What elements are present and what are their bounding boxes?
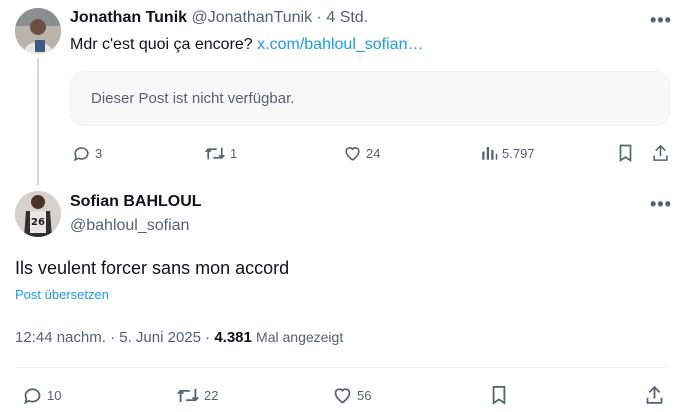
post-time[interactable]: 4 Std. [326, 9, 368, 26]
main-repost-count: 22 [204, 388, 219, 403]
main-post-text: Ils veulent forcer sans mon accord [15, 258, 290, 278]
like-button[interactable]: 24 [343, 144, 380, 163]
main-more-options-button[interactable]: ••• [650, 194, 672, 215]
jersey-number: 26 [31, 217, 45, 228]
reply-count: 3 [95, 146, 103, 161]
views-button[interactable]: 5.797 [480, 144, 535, 162]
main-repost-button[interactable]: 22 [176, 385, 218, 406]
repost-icon [177, 389, 199, 402]
share-icon [646, 385, 663, 404]
views-count: 5.797 [502, 145, 535, 161]
reply-link[interactable]: x.com/bahloul_sofian… [257, 36, 423, 53]
main-bookmark-button[interactable] [490, 384, 508, 406]
post-time[interactable]: 12:44 nachm. [15, 329, 106, 346]
main-like-button[interactable]: 56 [332, 385, 371, 406]
share-button[interactable] [651, 143, 670, 163]
unavailable-text: Dieser Post ist nicht verfügbar. [91, 90, 295, 107]
separator-dot: · [316, 9, 322, 26]
reply-text-body: Mdr c'est quoi ça encore? [70, 36, 253, 53]
post-date[interactable]: 5. Juni 2025 [119, 329, 201, 346]
translate-post-link[interactable]: Post übersetzen [15, 287, 109, 302]
repost-count: 1 [230, 146, 238, 161]
comment-icon [73, 147, 89, 162]
avatar-sofian[interactable]: 26 [15, 191, 61, 237]
share-icon [653, 144, 668, 161]
main-like-count: 56 [357, 388, 372, 403]
meta-separator: · [110, 329, 116, 346]
bookmark-icon [619, 144, 632, 163]
more-options-button[interactable]: ••• [650, 10, 672, 31]
analytics-icon [482, 147, 498, 160]
author-name[interactable]: Jonathan Tunik [70, 9, 187, 26]
divider [16, 367, 666, 368]
unavailable-post-card: Dieser Post ist nicht verfügbar. [70, 71, 670, 126]
author-handle[interactable]: @JonathanTunik [192, 9, 313, 26]
repost-icon [205, 147, 225, 160]
main-share-button[interactable] [644, 384, 665, 406]
main-author-handle[interactable]: @bahloul_sofian [70, 217, 189, 235]
reply-text: Mdr c'est quoi ça encore? x.com/bahloul_… [70, 36, 423, 54]
reply-button[interactable]: 3 [72, 144, 102, 163]
meta-separator: · [205, 329, 211, 346]
main-author-name[interactable]: Sofian BAHLOUL [70, 193, 202, 211]
main-reply-button[interactable]: 10 [22, 385, 61, 406]
like-count: 24 [366, 146, 381, 161]
repost-button[interactable]: 1 [204, 144, 237, 163]
view-count: 4.381 [214, 329, 252, 346]
heart-icon [345, 147, 360, 161]
reply-header: Jonathan Tunik @JonathanTunik · 4 Std. [70, 9, 368, 27]
bookmark-button[interactable] [617, 143, 634, 163]
bookmark-icon [492, 386, 506, 405]
comment-icon [24, 388, 41, 405]
main-reply-count: 10 [47, 388, 62, 403]
thread-line [37, 58, 39, 185]
views-label: Mal angezeigt [256, 329, 344, 345]
post-meta: 12:44 nachm. · 5. Juni 2025 · 4.381 Mal … [15, 329, 343, 346]
avatar-jonathan[interactable] [15, 8, 61, 54]
heart-icon [334, 388, 351, 404]
